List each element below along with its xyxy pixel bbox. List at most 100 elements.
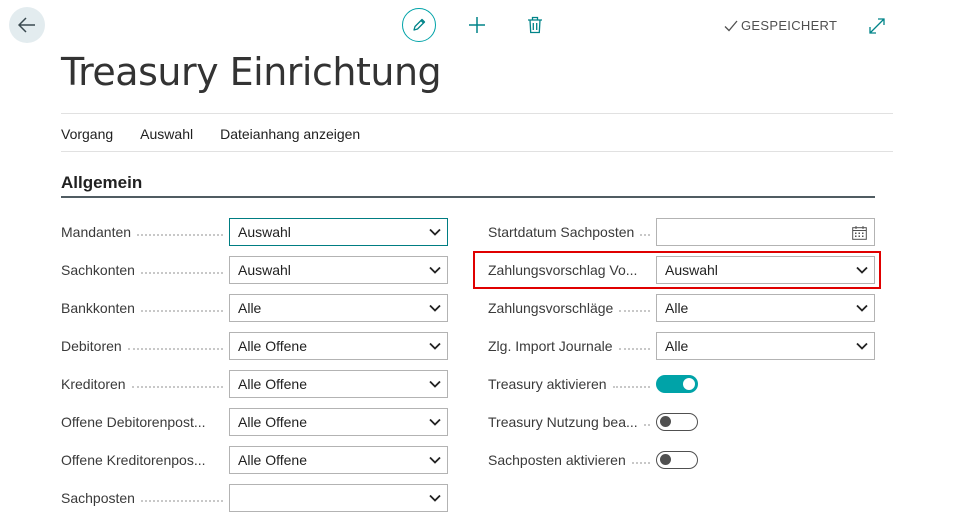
back-button[interactable]	[9, 7, 45, 43]
field-label: Debitoren	[61, 338, 122, 354]
dot-leader	[127, 348, 223, 350]
chevron-down-icon	[429, 304, 441, 312]
dot-leader	[619, 310, 650, 312]
expand-icon	[869, 18, 885, 34]
zahlungsvorschlaege-select[interactable]: Alle	[656, 294, 875, 322]
chevron-down-icon	[429, 456, 441, 464]
toolbar	[402, 8, 552, 42]
field-treasury-nutzung: Treasury Nutzung bea...	[488, 408, 698, 436]
kreditoren-select[interactable]: Alle Offene	[229, 370, 448, 398]
field-offene-debitorenposten: Offene Debitorenpost... Alle Offene	[61, 408, 448, 436]
section-title[interactable]: Allgemein	[61, 173, 142, 193]
field-label: Offene Debitorenpost...	[61, 414, 206, 430]
action-auswahl[interactable]: Auswahl	[140, 126, 193, 142]
edit-button[interactable]	[402, 8, 436, 42]
field-bankkonten: Bankkonten Alle	[61, 294, 448, 322]
select-value: Alle	[665, 338, 689, 354]
select-value: Auswahl	[238, 224, 291, 240]
treasury-aktivieren-toggle[interactable]	[656, 375, 698, 393]
chevron-down-icon	[429, 228, 441, 236]
field-kreditoren: Kreditoren Alle Offene	[61, 370, 448, 398]
field-mandanten: Mandanten Auswahl	[61, 218, 448, 246]
field-startdatum-sachposten: Startdatum Sachposten	[488, 218, 875, 246]
field-label: Offene Kreditorenpos...	[61, 452, 206, 468]
action-vorgang[interactable]: Vorgang	[61, 126, 113, 142]
page-title: Treasury Einrichtung	[61, 50, 442, 94]
dot-leader	[618, 348, 650, 350]
checkmark-icon	[724, 20, 738, 31]
saved-status: GESPEICHERT	[724, 18, 837, 33]
dot-leader	[643, 424, 650, 426]
field-label: Treasury aktivieren	[488, 376, 607, 392]
chevron-down-icon	[856, 304, 868, 312]
dot-leader	[612, 386, 650, 388]
dot-leader	[640, 234, 650, 236]
debitoren-select[interactable]: Alle Offene	[229, 332, 448, 360]
field-label: Mandanten	[61, 224, 132, 240]
field-label: Bankkonten	[61, 300, 135, 316]
select-value: Alle	[665, 300, 689, 316]
sachposten-select[interactable]	[229, 484, 448, 512]
action-dateianhang[interactable]: Dateianhang anzeigen	[220, 126, 360, 142]
field-label: Sachposten aktivieren	[488, 452, 626, 468]
field-label: Sachposten	[61, 490, 135, 506]
select-value: Alle Offene	[238, 414, 308, 430]
select-value: Auswahl	[238, 262, 291, 278]
select-value: Alle Offene	[238, 452, 308, 468]
dot-leader	[631, 462, 650, 464]
pencil-icon	[413, 18, 426, 31]
saved-label: GESPEICHERT	[741, 18, 838, 33]
select-value: Alle	[238, 300, 262, 316]
select-value: Alle Offene	[238, 338, 308, 354]
toggle-knob	[683, 378, 695, 390]
toggle-knob	[660, 454, 671, 465]
mandanten-select[interactable]: Auswahl	[229, 218, 448, 246]
new-button[interactable]	[460, 8, 494, 42]
field-label: Sachkonten	[61, 262, 135, 278]
field-zlg-import-journale: Zlg. Import Journale Alle	[488, 332, 875, 360]
chevron-down-icon	[429, 494, 441, 502]
offene-debitorenposten-select[interactable]: Alle Offene	[229, 408, 448, 436]
startdatum-date-input[interactable]	[656, 218, 875, 246]
dot-leader	[140, 272, 223, 274]
treasury-nutzung-toggle[interactable]	[656, 413, 698, 431]
action-bar: Vorgang Auswahl Dateianhang anzeigen	[61, 126, 360, 142]
offene-kreditorenposten-select[interactable]: Alle Offene	[229, 446, 448, 474]
arrow-left-icon	[18, 17, 35, 33]
chevron-down-icon	[429, 380, 441, 388]
plus-icon	[469, 17, 485, 33]
chevron-down-icon	[429, 266, 441, 274]
expand-button[interactable]	[866, 15, 888, 37]
zlg-import-journale-select[interactable]: Alle	[656, 332, 875, 360]
field-label: Kreditoren	[61, 376, 126, 392]
calendar-icon[interactable]	[852, 226, 867, 240]
chevron-down-icon	[429, 418, 441, 426]
field-sachposten-aktivieren: Sachposten aktivieren	[488, 446, 698, 474]
field-sachkonten: Sachkonten Auswahl	[61, 256, 448, 284]
field-label: Zlg. Import Journale	[488, 338, 613, 354]
divider	[61, 113, 893, 114]
sachposten-aktivieren-toggle[interactable]	[656, 451, 698, 469]
dot-leader	[140, 310, 223, 312]
field-treasury-aktivieren: Treasury aktivieren	[488, 370, 698, 398]
dot-leader	[131, 386, 223, 388]
divider	[61, 151, 893, 152]
field-sachposten: Sachposten	[61, 484, 448, 512]
sachkonten-select[interactable]: Auswahl	[229, 256, 448, 284]
chevron-down-icon	[429, 342, 441, 350]
delete-button[interactable]	[518, 8, 552, 42]
select-value: Alle Offene	[238, 376, 308, 392]
field-label: Startdatum Sachposten	[488, 224, 635, 240]
dot-leader	[137, 234, 223, 236]
trash-icon	[528, 16, 542, 34]
field-label: Treasury Nutzung bea...	[488, 414, 638, 430]
field-offene-kreditorenposten: Offene Kreditorenpos... Alle Offene	[61, 446, 448, 474]
toggle-knob	[660, 416, 671, 427]
field-label: Zahlungsvorschläge	[488, 300, 614, 316]
dot-leader	[140, 500, 223, 502]
bankkonten-select[interactable]: Alle	[229, 294, 448, 322]
field-debitoren: Debitoren Alle Offene	[61, 332, 448, 360]
section-underline	[61, 196, 875, 198]
field-zahlungsvorschlaege: Zahlungsvorschläge Alle	[488, 294, 875, 322]
chevron-down-icon	[856, 342, 868, 350]
